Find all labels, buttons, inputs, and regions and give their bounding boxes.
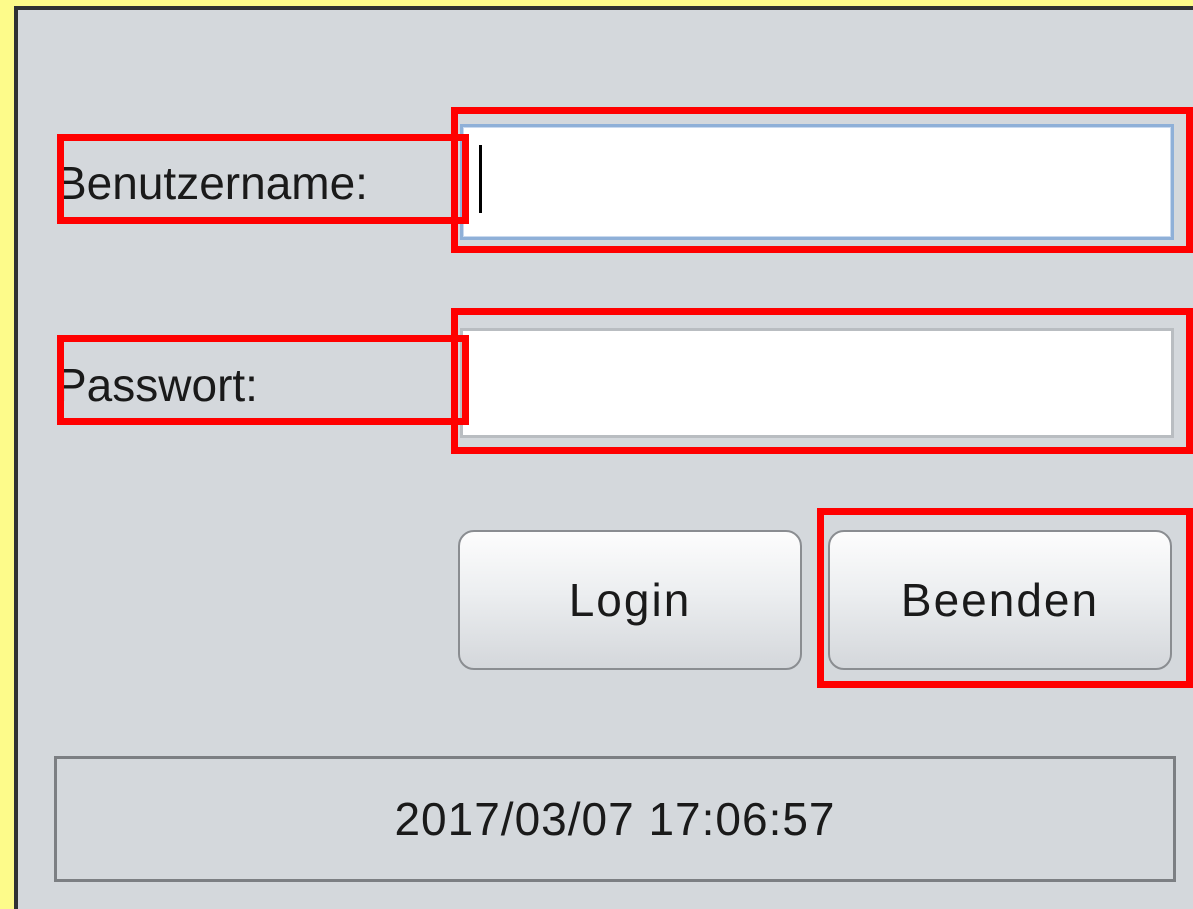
password-label: Passwort: [56,359,258,411]
login-button[interactable]: Login [458,530,802,670]
username-field[interactable] [460,124,1174,240]
password-field[interactable] [460,328,1174,438]
status-bar: 2017/03/07 17:06:57 [54,756,1176,882]
login-window: Benutzername: Passwort: Login Beenden 20… [14,6,1193,909]
exit-button[interactable]: Beenden [828,530,1172,670]
text-caret [479,145,482,213]
username-label: Benutzername: [56,157,368,209]
